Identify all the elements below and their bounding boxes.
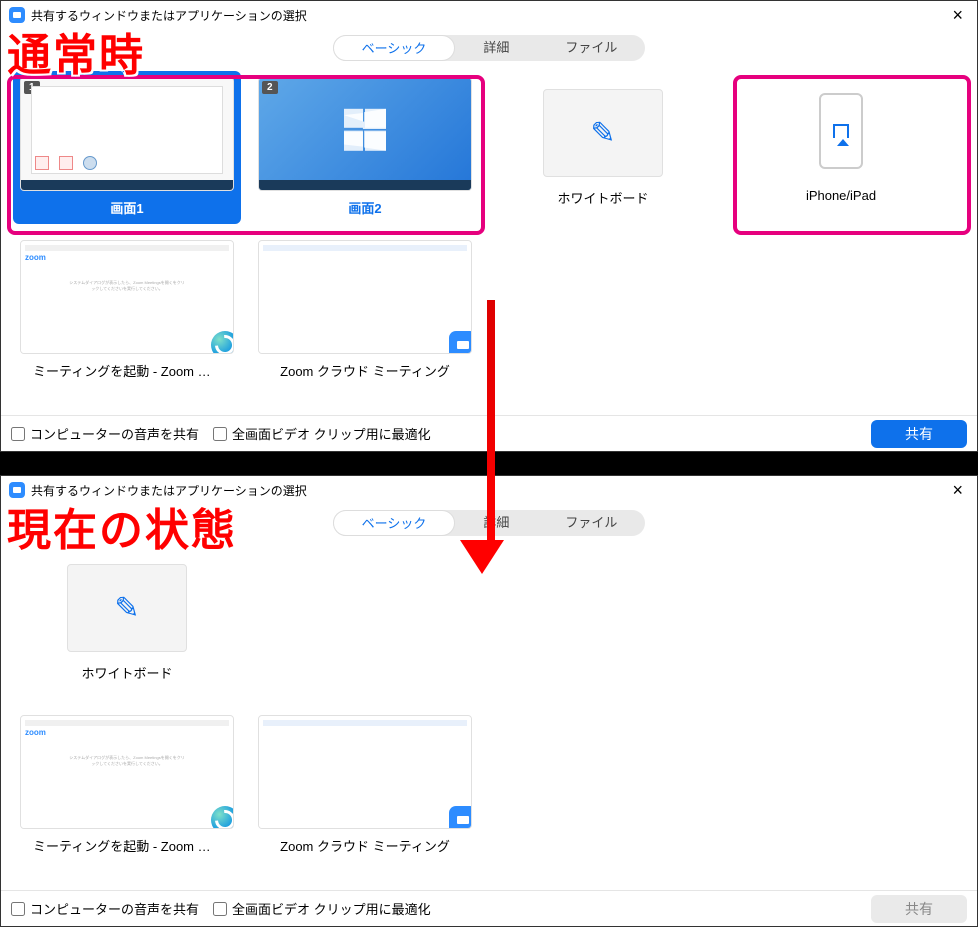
device-frame-icon <box>819 93 863 169</box>
tile-app-zoom[interactable]: Zoom クラウド ミーティング <box>251 234 479 387</box>
share-button[interactable]: 共有 <box>871 895 967 923</box>
edge-browser-icon <box>211 331 234 354</box>
thumb-whiteboard <box>67 564 187 652</box>
zoom-meeting-icon <box>449 331 472 354</box>
tile-whiteboard[interactable]: ホワイトボード <box>489 71 717 224</box>
tile-whiteboard[interactable]: ホワイトボード <box>13 546 241 689</box>
checkbox-optimize-video-label: 全画面ビデオ クリップ用に最適化 <box>232 424 431 443</box>
checkbox-share-audio[interactable]: コンピューターの音声を共有 <box>11 899 199 918</box>
zoom-logo-text: zoom <box>25 728 229 737</box>
tile-app-edge[interactable]: zoom システムダイアログが表示したら、Zoom Meetingsを開くをクリ… <box>13 709 241 862</box>
checkbox-optimize-video-input[interactable] <box>213 427 227 441</box>
checkbox-optimize-video[interactable]: 全画面ビデオ クリップ用に最適化 <box>213 424 431 443</box>
tile-app-edge[interactable]: zoom システムダイアログが表示したら、Zoom Meetingsを開くをクリ… <box>13 234 241 387</box>
zoom-meeting-icon <box>449 806 472 829</box>
checkbox-share-audio-label: コンピューターの音声を共有 <box>30 899 199 918</box>
tile-iphone-ipad[interactable]: iPhone/iPad <box>727 71 955 224</box>
share-button[interactable]: 共有 <box>871 420 967 448</box>
thumb-screen1: 1 <box>20 77 234 191</box>
tile-app-zoom-label: Zoom クラウド ミーティング <box>274 358 456 383</box>
share-grid: 1 画面1 2 <box>1 71 977 387</box>
tile-screen1-label: 画面1 <box>104 195 149 220</box>
banner-normal: 通常時 <box>7 19 145 83</box>
dialog-footer: コンピューターの音声を共有 全画面ビデオ クリップ用に最適化 共有 <box>1 890 977 926</box>
checkbox-share-audio[interactable]: コンピューターの音声を共有 <box>11 424 199 443</box>
pen-icon <box>590 116 615 151</box>
tab-basic[interactable]: ベーシック <box>333 35 456 61</box>
checkbox-optimize-video-input[interactable] <box>213 902 227 916</box>
thumb-whiteboard <box>543 89 663 177</box>
window-title: 共有するウィンドウまたはアプリケーションの選択 <box>31 7 946 24</box>
tile-screen1[interactable]: 1 画面1 <box>13 71 241 224</box>
tile-app-zoom-label: Zoom クラウド ミーティング <box>274 833 456 858</box>
tile-whiteboard-label: ホワイトボード <box>551 185 654 210</box>
tile-screen2-label: 画面2 <box>342 195 387 220</box>
banner-current: 現在の状態 <box>7 494 237 558</box>
share-dialog-current: 共有するウィンドウまたはアプリケーションの選択 × 現在の状態 ベーシック 詳細… <box>0 475 978 927</box>
tile-whiteboard-label: ホワイトボード <box>75 660 178 685</box>
thumb-app-edge: zoom システムダイアログが表示したら、Zoom Meetingsを開くをクリ… <box>20 715 234 829</box>
airplay-icon <box>833 124 849 138</box>
tile-screen2[interactable]: 2 画面2 <box>251 71 479 224</box>
pen-icon <box>114 591 139 626</box>
share-dialog-normal: 共有するウィンドウまたはアプリケーションの選択 × 通常時 ベーシック 詳細 フ… <box>0 0 978 452</box>
close-icon[interactable]: × <box>946 481 969 499</box>
share-grid: ホワイトボード zoom システムダイアログが表示したら、Zoom Meetin… <box>1 546 977 862</box>
checkbox-share-audio-input[interactable] <box>11 427 25 441</box>
tab-files[interactable]: ファイル <box>537 510 645 536</box>
checkbox-share-audio-input[interactable] <box>11 902 25 916</box>
tab-advanced[interactable]: 詳細 <box>455 510 537 536</box>
tile-app-zoom[interactable]: Zoom クラウド ミーティング <box>251 709 479 862</box>
tile-iphone-label: iPhone/iPad <box>800 185 882 206</box>
tile-app-edge-label: ミーティングを起動 - Zoom および... <box>27 358 227 383</box>
close-icon[interactable]: × <box>946 6 969 24</box>
edge-browser-icon <box>211 806 234 829</box>
checkbox-optimize-video-label: 全画面ビデオ クリップ用に最適化 <box>232 899 431 918</box>
thumb-iphone <box>781 81 901 181</box>
checkbox-optimize-video[interactable]: 全画面ビデオ クリップ用に最適化 <box>213 899 431 918</box>
tab-basic[interactable]: ベーシック <box>333 510 456 536</box>
zoom-logo-text: zoom <box>25 253 229 262</box>
thumb-screen2: 2 <box>258 77 472 191</box>
thumb-app-zoom <box>258 715 472 829</box>
thumb-app-edge: zoom システムダイアログが表示したら、Zoom Meetingsを開くをクリ… <box>20 240 234 354</box>
tile-app-edge-label: ミーティングを起動 - Zoom および... <box>27 833 227 858</box>
dialog-footer: コンピューターの音声を共有 全画面ビデオ クリップ用に最適化 共有 <box>1 415 977 451</box>
tab-files[interactable]: ファイル <box>537 35 645 61</box>
tab-advanced[interactable]: 詳細 <box>455 35 537 61</box>
thumb-app-zoom <box>258 240 472 354</box>
checkbox-share-audio-label: コンピューターの音声を共有 <box>30 424 199 443</box>
titlebar: 共有するウィンドウまたはアプリケーションの選択 × <box>1 1 977 29</box>
tab-bar: ベーシック 詳細 ファイル <box>1 35 977 61</box>
screen-badge-2: 2 <box>262 81 278 94</box>
